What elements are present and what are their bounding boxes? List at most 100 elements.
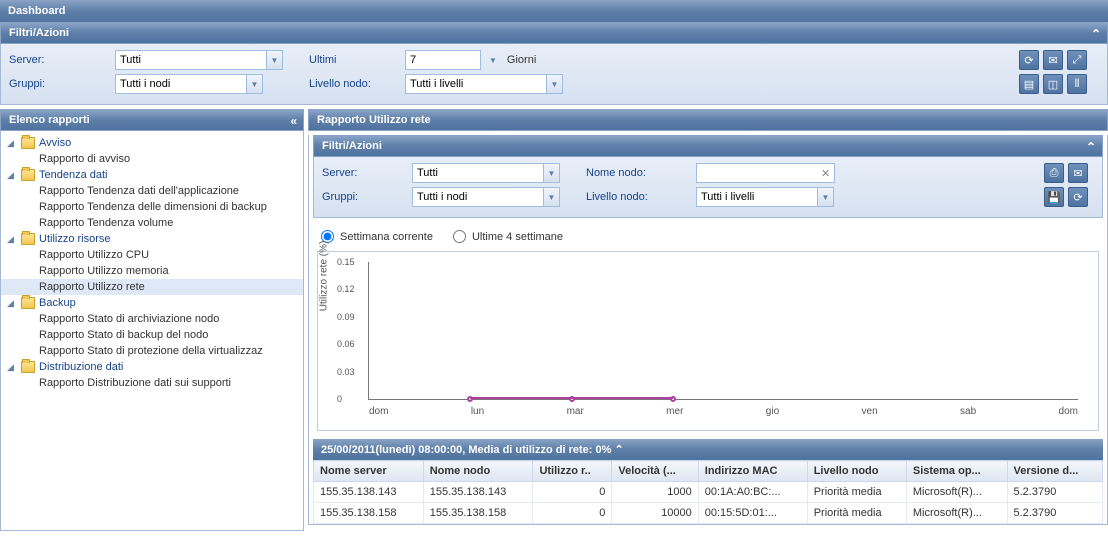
chevron-down-icon[interactable]: ▼ — [543, 188, 559, 206]
table-cell: Priorità media — [807, 503, 906, 524]
report-list-header[interactable]: Elenco rapporti « — [0, 109, 304, 131]
rf-server-input[interactable] — [413, 165, 543, 181]
rf-nodelevel-input[interactable] — [697, 189, 817, 205]
tree-leaf[interactable]: Rapporto Tendenza volume — [1, 215, 303, 231]
tree-toggle-icon[interactable]: ◢ — [7, 298, 17, 309]
layout-columns-icon[interactable]: ⦀ — [1067, 74, 1087, 94]
tree-leaf[interactable]: Rapporto Utilizzo memoria — [1, 263, 303, 279]
table-cell: 00:1A:A0:BC:... — [698, 482, 807, 503]
tree-leaf[interactable]: Rapporto Stato di protezione della virtu… — [1, 343, 303, 359]
tree-leaf[interactable]: Rapporto di avviso — [1, 151, 303, 167]
chevron-down-icon[interactable]: ▼ — [817, 188, 833, 206]
nodelevel-input[interactable] — [406, 76, 546, 92]
chevron-down-icon[interactable]: ▼ — [246, 75, 262, 93]
layout-split-icon[interactable]: ◫ — [1043, 74, 1063, 94]
rf-nodename-input[interactable] — [697, 165, 817, 181]
refresh-icon[interactable]: ⟳ — [1019, 50, 1039, 70]
tree-group-label: Tendenza dati — [39, 169, 108, 181]
tree-leaf[interactable]: Rapporto Tendenza delle dimensioni di ba… — [1, 199, 303, 215]
collapse-icon[interactable]: ⌃ — [1086, 140, 1096, 154]
table-cell: 155.35.138.143 — [314, 482, 424, 503]
chart-x-tick: mer — [666, 406, 683, 417]
groups-input[interactable] — [116, 76, 246, 92]
table-cell: 155.35.138.158 — [423, 503, 533, 524]
network-usage-chart: Utilizzo rete (%) 00.030.060.090.120.15d… — [317, 251, 1099, 431]
server-input[interactable] — [116, 52, 266, 68]
table-header-cell[interactable]: Nome nodo — [423, 461, 533, 482]
tree-leaf[interactable]: Rapporto Utilizzo rete — [1, 279, 303, 295]
radio-last-4-weeks[interactable]: Ultime 4 settimane — [453, 230, 563, 243]
period-radio-group: Settimana corrente Ultime 4 settimane — [309, 222, 1107, 251]
report-header[interactable]: Rapporto Utilizzo rete — [308, 109, 1108, 131]
print-icon[interactable]: ⎙ — [1044, 163, 1064, 183]
tree-leaf-label: Rapporto di avviso — [39, 153, 130, 165]
tree-toggle-icon[interactable]: ◢ — [7, 362, 17, 373]
rf-groups-combo[interactable]: ▼ — [412, 187, 560, 207]
collapse-left-icon[interactable]: « — [290, 114, 297, 128]
last-input[interactable] — [405, 50, 481, 70]
table-title: 25/00/2011(lunedì) 08:00:00, Media di ut… — [321, 444, 611, 456]
table-header-cell[interactable]: Velocità (... — [612, 461, 698, 482]
table-title-bar[interactable]: 25/00/2011(lunedì) 08:00:00, Media di ut… — [313, 439, 1103, 460]
clear-icon[interactable]: ✕ — [817, 167, 834, 180]
chevron-down-icon[interactable]: ▼ — [543, 164, 559, 182]
expand-icon[interactable]: ⤢ — [1067, 50, 1087, 70]
tree-leaf[interactable]: Rapporto Stato di backup del nodo — [1, 327, 303, 343]
nodelevel-combo[interactable]: ▼ — [405, 74, 563, 94]
tree-toggle-icon[interactable]: ◢ — [7, 234, 17, 245]
report-filters-header[interactable]: Filtri/Azioni ⌃ — [313, 135, 1103, 157]
refresh-icon[interactable]: ⟳ — [1068, 187, 1088, 207]
tree-group[interactable]: ◢ Avviso — [1, 135, 303, 151]
mail-icon[interactable]: ✉ — [1068, 163, 1088, 183]
table-cell: 0 — [533, 503, 612, 524]
groups-combo[interactable]: ▼ — [115, 74, 263, 94]
save-icon[interactable]: 💾 — [1044, 187, 1064, 207]
report-tree[interactable]: ◢ Avviso Rapporto di avviso ◢ Tendenza dati R… — [0, 131, 304, 531]
table-row[interactable]: 155.35.138.143155.35.138.1430100000:1A:A… — [314, 482, 1103, 503]
tree-leaf-label: Rapporto Tendenza delle dimensioni di ba… — [39, 201, 267, 213]
tree-group[interactable]: ◢ Tendenza dati — [1, 167, 303, 183]
collapse-icon[interactable]: ⌃ — [614, 444, 623, 456]
report-filters-body: Server: ▼ Nome nodo: ✕ — [313, 157, 1103, 218]
collapse-icon[interactable]: ⌃ — [1091, 27, 1101, 41]
last-unit: Giorni — [507, 54, 536, 66]
rf-nodename-combo[interactable]: ✕ — [696, 163, 835, 183]
tree-group[interactable]: ◢ Distribuzione dati — [1, 359, 303, 375]
tree-leaf[interactable]: Rapporto Utilizzo CPU — [1, 247, 303, 263]
data-table-wrap: Nome serverNome nodoUtilizzo r..Velocità… — [313, 460, 1103, 524]
table-header-cell[interactable]: Nome server — [314, 461, 424, 482]
rf-nodelevel-combo[interactable]: ▼ — [696, 187, 834, 207]
table-row[interactable]: 155.35.138.158155.35.138.15801000000:15:… — [314, 503, 1103, 524]
filters-header[interactable]: Filtri/Azioni ⌃ — [0, 22, 1108, 44]
filters-title: Filtri/Azioni — [9, 27, 69, 39]
radio-current-week[interactable]: Settimana corrente — [321, 230, 433, 243]
tree-group[interactable]: ◢Utilizzo risorse — [1, 231, 303, 247]
table-header-cell[interactable]: Utilizzo r.. — [533, 461, 612, 482]
tree-group-label: Avviso — [39, 137, 71, 149]
folder-icon — [21, 169, 35, 181]
tree-leaf[interactable]: Rapporto Distribuzione dati sui supporti — [1, 375, 303, 391]
layout-list-icon[interactable]: ▤ — [1019, 74, 1039, 94]
rf-groups-input[interactable] — [413, 189, 543, 205]
mail-icon[interactable]: ✉ — [1043, 50, 1063, 70]
chart-x-tick: gio — [766, 406, 779, 417]
table-header-cell[interactable]: Indirizzo MAC — [698, 461, 807, 482]
tree-group[interactable]: ◢Backup — [1, 295, 303, 311]
table-cell: Microsoft(R)... — [906, 503, 1007, 524]
chevron-down-icon[interactable]: ▼ — [266, 51, 282, 69]
filters-body: Server: ▼ Ultimi ▼ Giorni Gruppi: ▼ Live… — [0, 44, 1108, 105]
table-header-cell[interactable]: Sistema op... — [906, 461, 1007, 482]
rf-nodelevel-label: Livello nodo: — [586, 191, 696, 203]
tree-group-label: Distribuzione dati — [39, 361, 123, 373]
tree-leaf[interactable]: Rapporto Stato di archiviazione nodo — [1, 311, 303, 327]
rf-server-combo[interactable]: ▼ — [412, 163, 560, 183]
chevron-down-icon[interactable]: ▼ — [546, 75, 562, 93]
server-combo[interactable]: ▼ — [115, 50, 283, 70]
tree-leaf[interactable]: Rapporto Tendenza dati dell'applicazione — [1, 183, 303, 199]
table-header-cell[interactable]: Livello nodo — [807, 461, 906, 482]
table-header-cell[interactable]: Versione d... — [1007, 461, 1103, 482]
tree-toggle-icon[interactable]: ◢ — [7, 138, 17, 149]
rf-groups-label: Gruppi: — [322, 191, 412, 203]
table-cell: 1000 — [612, 482, 698, 503]
tree-toggle-icon[interactable]: ◢ — [7, 170, 17, 181]
